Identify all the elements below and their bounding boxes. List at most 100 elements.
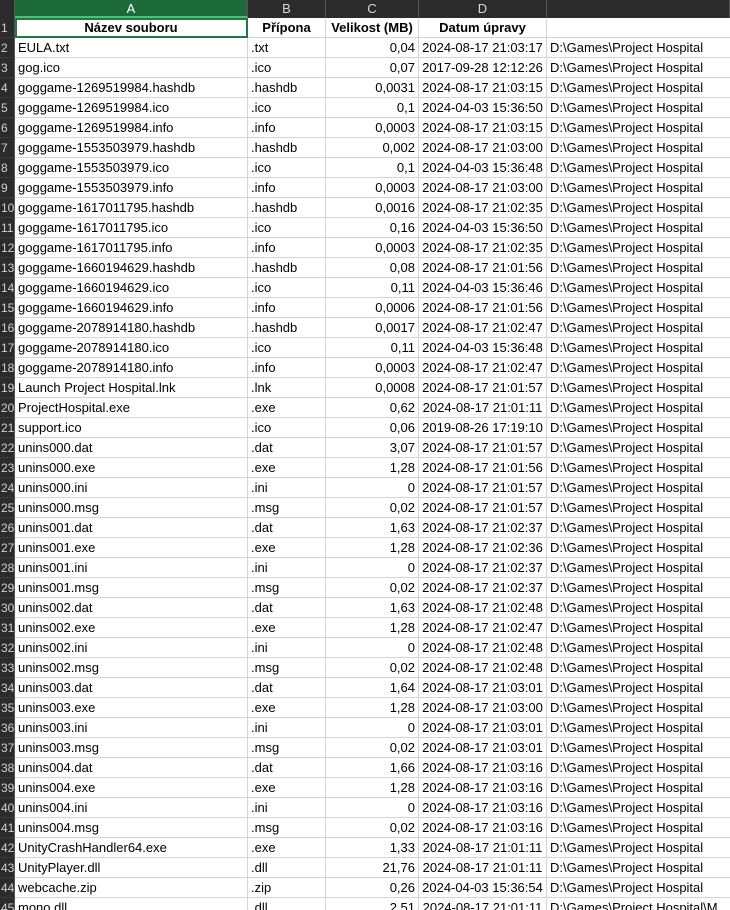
cell-size[interactable]: 1,63 [326, 518, 419, 538]
cell-date[interactable]: 2024-08-17 21:03:01 [419, 678, 547, 698]
cell-date[interactable]: 2024-08-17 21:01:57 [419, 378, 547, 398]
cell-name[interactable]: mono.dll [15, 898, 248, 910]
cell-name[interactable]: unins003.msg [15, 738, 248, 758]
cell-size[interactable]: 0,0003 [326, 358, 419, 378]
row-number[interactable]: 44 [0, 878, 15, 898]
cell-name[interactable]: unins003.exe [15, 698, 248, 718]
cell-ext[interactable]: .msg [248, 738, 326, 758]
cell-ext[interactable]: .exe [248, 698, 326, 718]
cell-ext[interactable]: .exe [248, 838, 326, 858]
cell-path[interactable]: D:\Games\Project Hospital [547, 858, 730, 878]
row-number[interactable]: 26 [0, 518, 15, 538]
cell-ext[interactable]: .ini [248, 718, 326, 738]
cell-size[interactable]: 1,66 [326, 758, 419, 778]
cell-path[interactable]: D:\Games\Project Hospital [547, 478, 730, 498]
cell-size[interactable]: 0,002 [326, 138, 419, 158]
cell-size[interactable]: 0,1 [326, 98, 419, 118]
row-number[interactable]: 38 [0, 758, 15, 778]
cell-date[interactable]: 2024-04-03 15:36:46 [419, 278, 547, 298]
row-number[interactable]: 20 [0, 398, 15, 418]
cell-size[interactable]: 2,51 [326, 898, 419, 910]
row-number[interactable]: 21 [0, 418, 15, 438]
cell-name[interactable]: unins002.ini [15, 638, 248, 658]
cell-path[interactable]: D:\Games\Project Hospital [547, 218, 730, 238]
cell-size[interactable]: 0,0003 [326, 178, 419, 198]
cell-path[interactable]: D:\Games\Project Hospital [547, 798, 730, 818]
cell-name[interactable]: unins004.dat [15, 758, 248, 778]
cell-ext[interactable]: .hashdb [248, 78, 326, 98]
row-number[interactable]: 5 [0, 98, 15, 118]
row-number[interactable]: 40 [0, 798, 15, 818]
cell-date[interactable]: 2024-08-17 21:02:48 [419, 658, 547, 678]
row-number[interactable]: 14 [0, 278, 15, 298]
row-number[interactable]: 3 [0, 58, 15, 78]
cell-ext[interactable]: .ini [248, 638, 326, 658]
row-number[interactable]: 41 [0, 818, 15, 838]
cell-date[interactable]: 2024-08-17 21:02:37 [419, 578, 547, 598]
cell-ext[interactable]: .info [248, 178, 326, 198]
cell-name[interactable]: EULA.txt [15, 38, 248, 58]
cell-name[interactable]: unins003.ini [15, 718, 248, 738]
cell-ext[interactable]: .ico [248, 218, 326, 238]
cell-size[interactable]: 0,11 [326, 278, 419, 298]
cell-name[interactable]: unins002.msg [15, 658, 248, 678]
row-number[interactable]: 35 [0, 698, 15, 718]
cell-name[interactable]: unins002.dat [15, 598, 248, 618]
cell-path[interactable]: D:\Games\Project Hospital [547, 178, 730, 198]
cell-size[interactable]: 0,26 [326, 878, 419, 898]
cell-date[interactable]: 2024-08-17 21:03:01 [419, 738, 547, 758]
cell-ext[interactable]: .ini [248, 558, 326, 578]
cell-date[interactable]: 2024-08-17 21:03:00 [419, 138, 547, 158]
cell-ext[interactable]: .msg [248, 658, 326, 678]
cell-size[interactable]: 0,06 [326, 418, 419, 438]
cell-size[interactable]: 0,1 [326, 158, 419, 178]
cell-path[interactable]: D:\Games\Project Hospital [547, 378, 730, 398]
row-number[interactable]: 9 [0, 178, 15, 198]
row-number[interactable]: 42 [0, 838, 15, 858]
header-cell-path[interactable] [547, 18, 730, 38]
cell-date[interactable]: 2024-08-17 21:01:57 [419, 478, 547, 498]
cell-path[interactable]: D:\Games\Project Hospital [547, 398, 730, 418]
cell-name[interactable]: unins004.ini [15, 798, 248, 818]
row-number[interactable]: 13 [0, 258, 15, 278]
cell-name[interactable]: goggame-1553503979.ico [15, 158, 248, 178]
cell-size[interactable]: 0,16 [326, 218, 419, 238]
cell-date[interactable]: 2024-08-17 21:03:00 [419, 178, 547, 198]
cell-size[interactable]: 0 [326, 798, 419, 818]
cell-date[interactable]: 2024-04-03 15:36:48 [419, 158, 547, 178]
cell-path[interactable]: D:\Games\Project Hospital [547, 238, 730, 258]
cell-size[interactable]: 0,07 [326, 58, 419, 78]
cell-date[interactable]: 2024-08-17 21:03:15 [419, 118, 547, 138]
cell-path[interactable]: D:\Games\Project Hospital [547, 818, 730, 838]
cell-date[interactable]: 2024-08-17 21:01:56 [419, 298, 547, 318]
cell-size[interactable]: 0,0006 [326, 298, 419, 318]
cell-date[interactable]: 2024-08-17 21:02:48 [419, 598, 547, 618]
cell-date[interactable]: 2024-08-17 21:02:47 [419, 358, 547, 378]
cell-size[interactable]: 21,76 [326, 858, 419, 878]
cell-ext[interactable]: .exe [248, 538, 326, 558]
cell-name[interactable]: unins000.exe [15, 458, 248, 478]
cell-date[interactable]: 2019-08-26 17:19:10 [419, 418, 547, 438]
cell-ext[interactable]: .hashdb [248, 138, 326, 158]
cell-path[interactable]: D:\Games\Project Hospital [547, 698, 730, 718]
row-number[interactable]: 37 [0, 738, 15, 758]
cell-name[interactable]: goggame-1617011795.info [15, 238, 248, 258]
cell-ext[interactable]: .info [248, 298, 326, 318]
cell-size[interactable]: 0,02 [326, 498, 419, 518]
cell-date[interactable]: 2024-08-17 21:01:57 [419, 498, 547, 518]
cell-ext[interactable]: .dat [248, 518, 326, 538]
cell-size[interactable]: 0,62 [326, 398, 419, 418]
cell-name[interactable]: goggame-1660194629.hashdb [15, 258, 248, 278]
cell-date[interactable]: 2024-08-17 21:02:35 [419, 238, 547, 258]
cell-name[interactable]: goggame-1617011795.ico [15, 218, 248, 238]
cell-name[interactable]: goggame-1553503979.hashdb [15, 138, 248, 158]
cell-path[interactable]: D:\Games\Project Hospital [547, 558, 730, 578]
cell-size[interactable]: 1,28 [326, 778, 419, 798]
column-header-e[interactable] [547, 0, 730, 18]
cell-name[interactable]: goggame-1660194629.info [15, 298, 248, 318]
header-cell-ext[interactable]: Přípona [248, 18, 326, 38]
cell-date[interactable]: 2024-08-17 21:02:47 [419, 318, 547, 338]
cell-ext[interactable]: .exe [248, 618, 326, 638]
cell-ext[interactable]: .dat [248, 758, 326, 778]
row-number[interactable]: 31 [0, 618, 15, 638]
